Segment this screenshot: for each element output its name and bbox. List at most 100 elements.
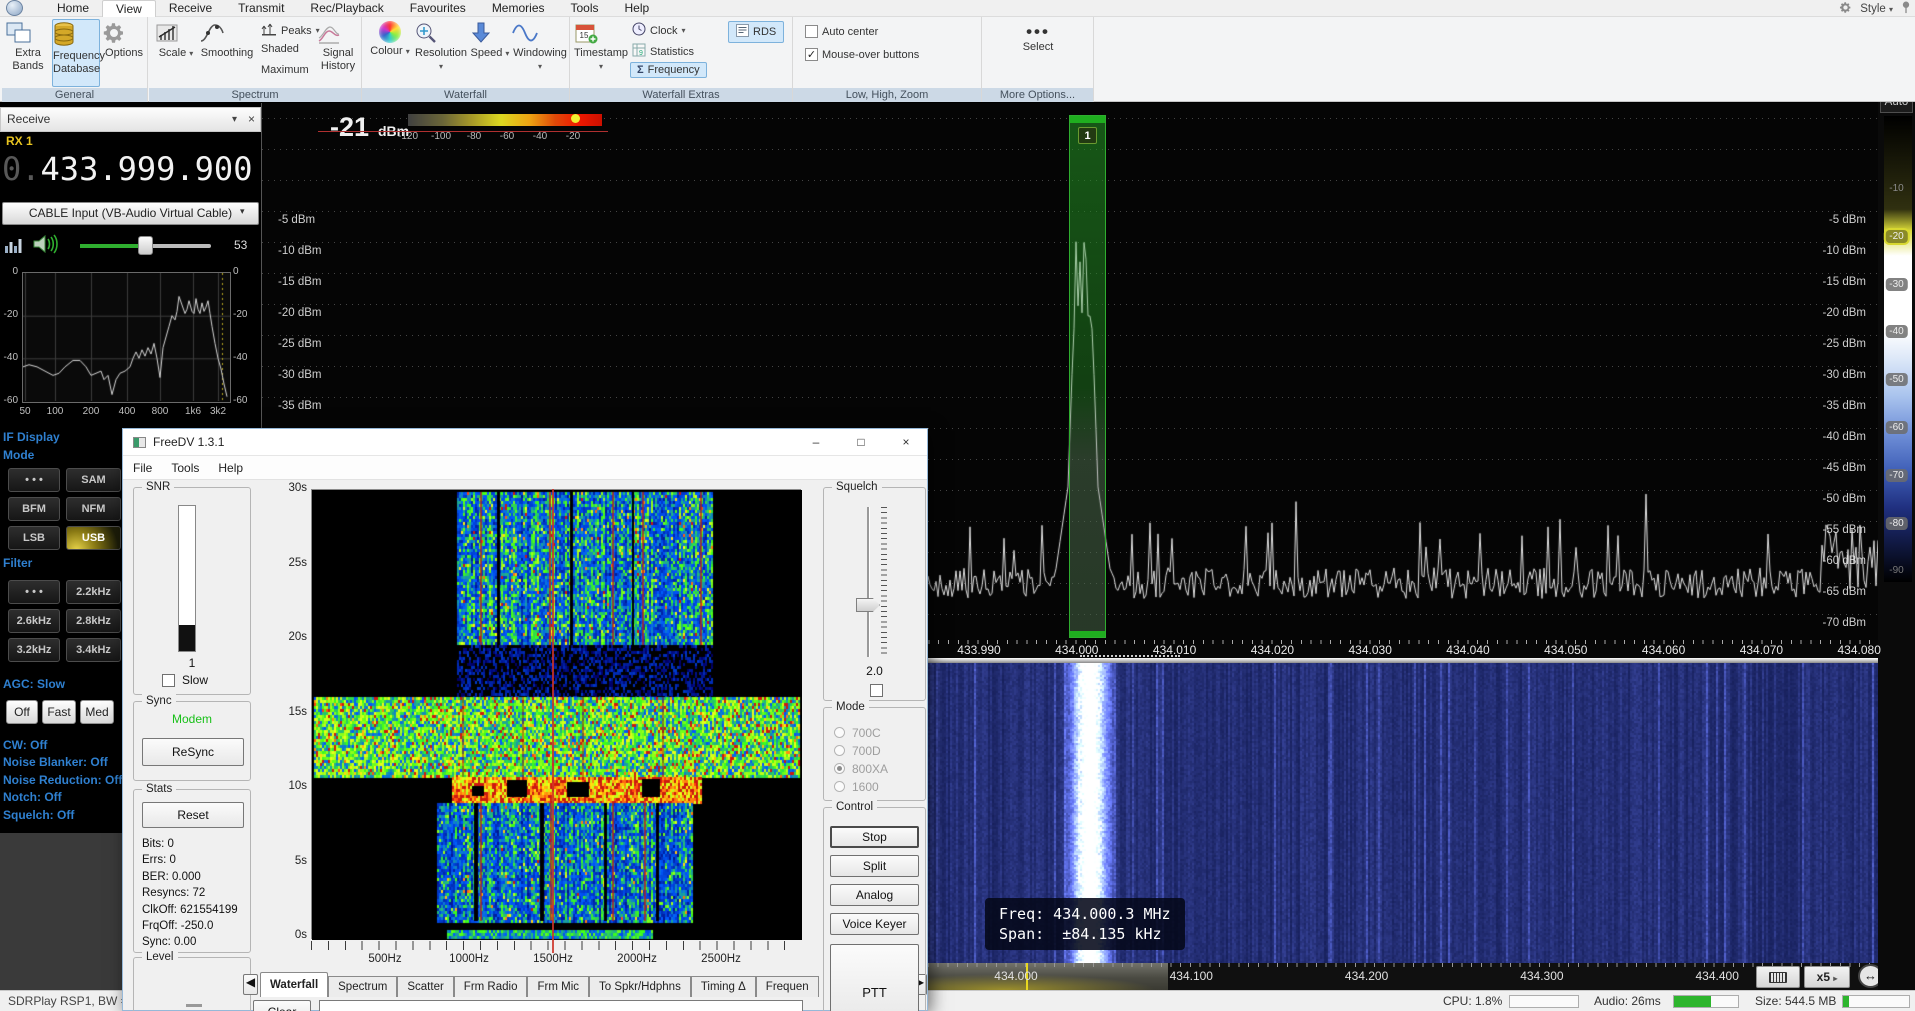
filter-28-button[interactable]: 2.8kHz [66,609,121,633]
rx-number-badge[interactable]: 1 [1078,127,1097,144]
rx-channel-marker[interactable]: 1 [1069,115,1106,638]
radio-800xa[interactable] [834,763,845,774]
freedv-tab[interactable]: Waterfall [260,972,328,997]
level-slider-thumb[interactable] [186,1004,202,1007]
radio-700c[interactable] [834,727,845,738]
stat-line: Bits: 0 [142,836,248,852]
menu-item[interactable]: Help [218,456,243,480]
filter-32-button[interactable]: 3.2kHz [8,638,60,662]
minimize-button[interactable]: – [801,433,831,452]
mode-bfm-button[interactable]: BFM [8,497,60,521]
colour-button[interactable]: Colour ▾ [368,21,412,58]
agc-off-button[interactable]: Off [6,700,38,724]
audio-levels-icon[interactable] [4,234,24,259]
freedv-window[interactable]: FreeDV 1.3.1 – □ × FileToolsHelp SNR 1 S… [122,428,928,1011]
menu-tab[interactable]: Transmit [225,0,297,17]
scale-button[interactable]: Scale ▾ [155,21,197,60]
close-button[interactable]: × [891,433,921,452]
freedv-titlebar[interactable]: FreeDV 1.3.1 – □ × [123,429,927,456]
panel-close-icon[interactable]: × [248,107,255,132]
signal-history-button[interactable]: Signal History [317,21,359,73]
text-entry-field[interactable] [319,1000,803,1011]
filter-22-button[interactable]: 2.2kHz [66,580,121,604]
volume-slider-thumb[interactable] [138,236,153,255]
mode-sam-button[interactable]: SAM [66,468,121,492]
auto-center-checkbox[interactable]: Auto center [805,25,878,38]
radio-700d[interactable] [834,745,845,756]
freedv-tab[interactable]: Frequen [756,976,819,997]
maximum-button[interactable]: Maximum [261,64,309,76]
mode-lsb-button[interactable]: LSB [8,526,60,550]
mode-more-button[interactable]: • • • [8,468,60,492]
menu-tab[interactable]: Home [44,0,102,17]
control-button[interactable]: Voice Keyer [830,913,919,935]
maximize-button[interactable]: □ [846,433,876,452]
menu-tab[interactable]: Rec/Playback [297,0,396,17]
freedv-tab[interactable]: Frm Mic [527,976,589,997]
mouse-over-buttons-checkbox[interactable]: ✓ Mouse-over buttons [805,48,919,61]
freedv-tab[interactable]: To Spkr/Hdphns [589,976,691,997]
menu-tab[interactable]: Help [612,0,663,17]
peaks-button[interactable]: Peaks ▾ [261,22,320,39]
zoom-button[interactable]: x5 ▸ [1804,966,1850,988]
menu-item[interactable]: File [133,456,152,480]
resync-button[interactable]: ReSync [142,738,244,766]
menu-tab[interactable]: Favourites [397,0,479,17]
pin-icon[interactable] [1901,1,1911,17]
marker-top-cap[interactable] [1070,116,1105,123]
frequency-digits[interactable]: 0.433.999.900 [2,150,252,188]
radio-1600[interactable] [834,781,845,792]
receive-panel-header[interactable]: Receive [0,107,261,132]
frequency-button[interactable]: Σ Frequency [630,62,707,78]
style-menu[interactable]: Style ▾ [1860,3,1893,15]
mode-usb-button[interactable]: USB [66,526,121,550]
windowing-button[interactable]: Windowing ▾ [512,21,568,73]
menu-tab[interactable]: Receive [156,0,225,17]
filter-more-button[interactable]: • • • [8,580,60,604]
clear-button[interactable]: Clear [253,1000,311,1011]
control-button[interactable]: Stop [830,826,919,848]
freedv-tab[interactable]: Scatter [397,976,453,997]
agc-med-button[interactable]: Med [80,700,114,724]
resolution-button[interactable]: Resolution ▾ [414,21,468,73]
menu-tab[interactable]: View [102,0,156,17]
keyboard-entry-button[interactable] [1756,966,1800,988]
agc-fast-button[interactable]: Fast [42,700,76,724]
tabs-scroll-left-button[interactable]: ◀ [243,974,258,995]
speed-button[interactable]: Speed ▾ [470,21,510,60]
select-button[interactable]: ••• Select [1008,25,1068,54]
freedv-tab[interactable]: Spectrum [328,976,397,997]
speaker-icon[interactable] [32,232,58,261]
radio-700d-label: 700D [852,744,881,758]
mode-nfm-button[interactable]: NFM [66,497,121,521]
freedv-tab[interactable]: Frm Radio [454,976,528,997]
filter-34-button[interactable]: 3.4kHz [66,638,121,662]
freedv-waterfall-plot[interactable] [311,489,801,939]
clock-button[interactable]: Clock ▾ [632,22,686,39]
squelch-slider-track[interactable] [867,507,870,657]
squelch-enable-checkbox[interactable] [870,684,883,697]
shaded-button[interactable]: Shaded [261,43,299,55]
timestamp-button[interactable]: 15 Timestamp ▾ [574,21,628,73]
rds-button[interactable]: RDS [728,21,784,43]
menu-tab[interactable]: Tools [558,0,612,17]
control-button[interactable]: Split [830,855,919,877]
extra-bands-button[interactable]: Extra Bands [6,21,50,73]
ptt-button[interactable]: PTT [830,944,919,1011]
panel-collapse-icon[interactable]: ▾ [232,107,237,132]
audio-device-select[interactable]: CABLE Input (VB-Audio Virtual Cable) [2,202,259,225]
app-button-icon[interactable] [6,0,23,16]
reset-button[interactable]: Reset [142,802,244,828]
menu-item[interactable]: Tools [171,456,199,480]
frequency-database-button[interactable]: Frequency Database [52,19,100,87]
freedv-tab[interactable]: Timing Δ [691,976,756,997]
menu-tab[interactable]: Memories [479,0,558,17]
options-button[interactable]: Options [102,21,146,60]
control-button[interactable]: Analog [830,884,919,906]
squelch-slider-thumb[interactable] [856,598,880,612]
smoothing-button[interactable]: Smoothing [199,21,255,60]
filter-26-button[interactable]: 2.6kHz [8,609,60,633]
gear-icon[interactable] [1839,1,1852,17]
statistics-button[interactable]: 9 Statistics [632,43,694,60]
snr-slow-checkbox[interactable] [162,674,175,687]
